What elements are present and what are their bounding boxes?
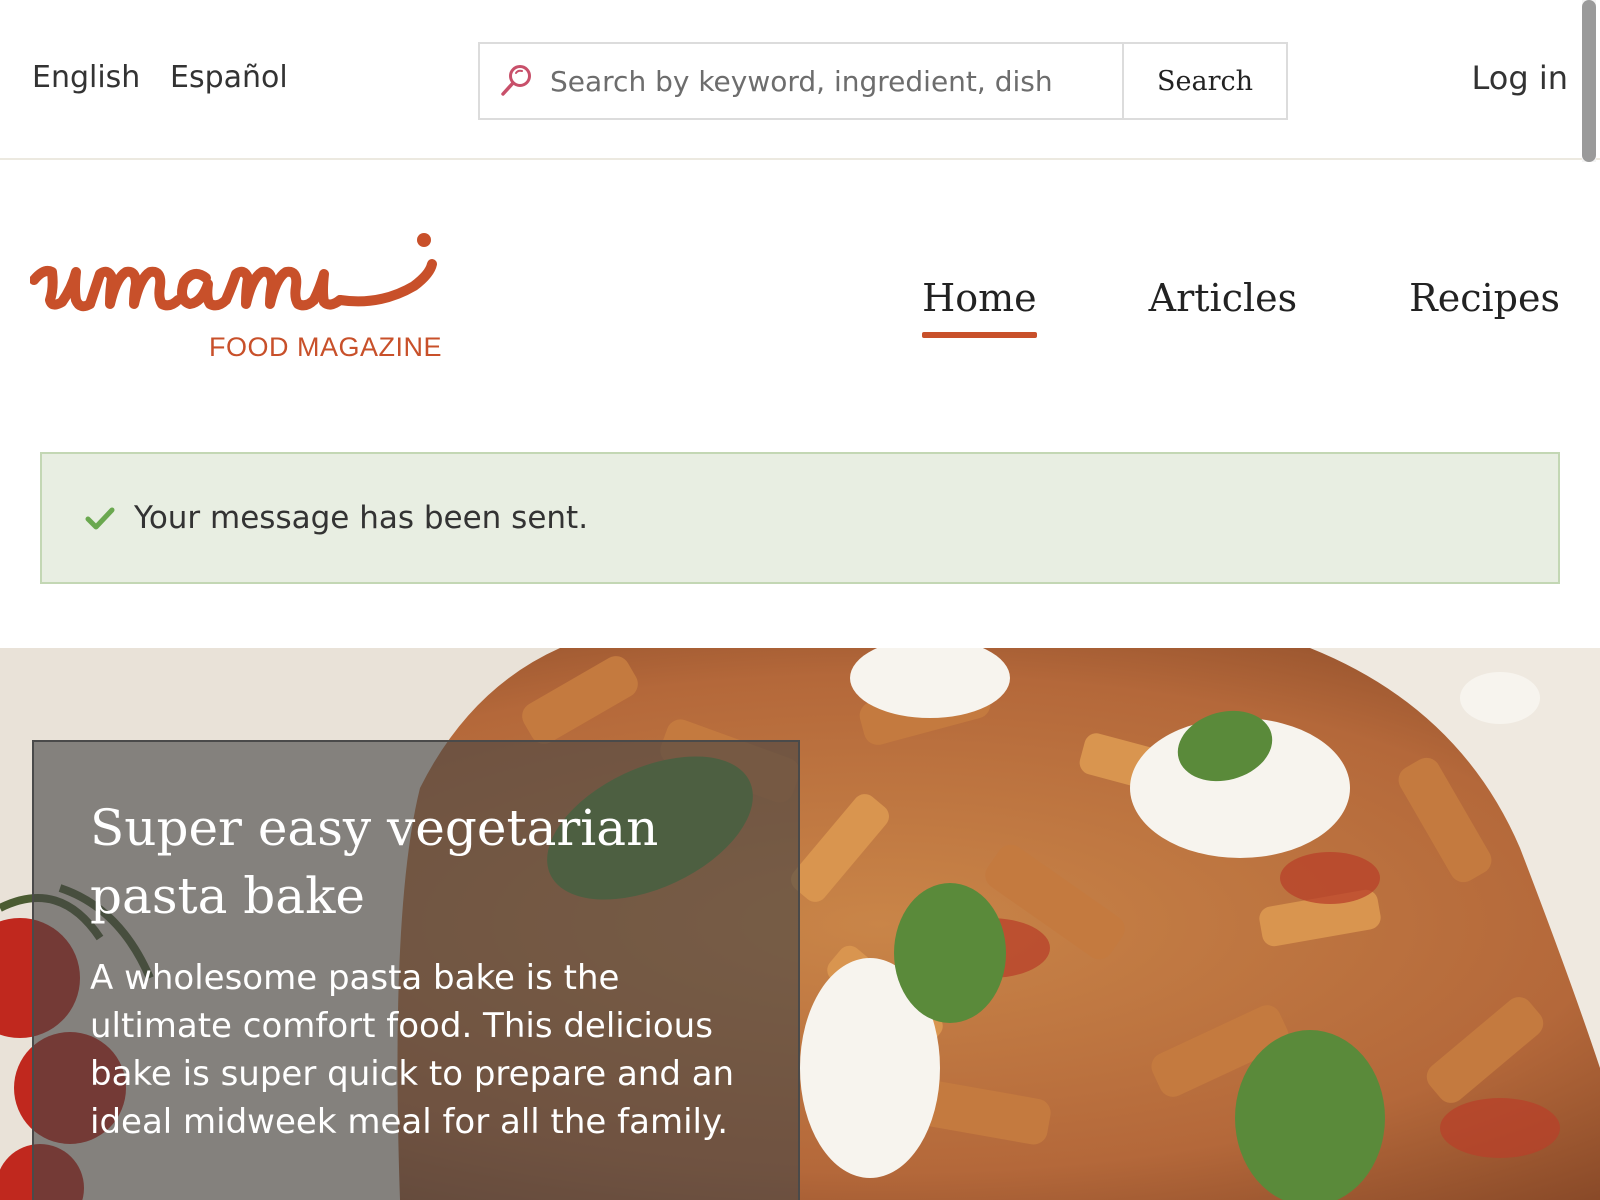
logo-wordmark: umami	[30, 233, 437, 312]
check-icon	[84, 502, 116, 534]
login-link[interactable]: Log in	[1472, 58, 1569, 98]
hero-banner: Super easy vegetarian pasta bake A whole…	[0, 648, 1600, 1200]
language-link-espanol[interactable]: Español	[170, 58, 288, 98]
search-form: Search	[478, 42, 1288, 120]
hero-title[interactable]: Super easy vegetarian pasta bake	[90, 794, 690, 930]
hero-description: A wholesome pasta bake is the ultimate c…	[90, 958, 735, 1142]
search-button[interactable]: Search	[1122, 42, 1288, 120]
nav-item-home[interactable]: Home	[922, 270, 1037, 338]
top-utility-bar: English Español Search Log in	[0, 0, 1600, 160]
search-box	[478, 42, 1122, 120]
main-navigation: Home Articles Recipes	[810, 270, 1560, 338]
status-message: Your message has been sent.	[40, 452, 1560, 584]
language-link-english[interactable]: English	[32, 58, 140, 98]
search-input[interactable]	[550, 64, 1110, 98]
nav-item-articles[interactable]: Articles	[1149, 270, 1297, 326]
search-icon	[498, 63, 534, 99]
nav-item-recipes[interactable]: Recipes	[1409, 270, 1560, 326]
scrollbar-thumb[interactable]	[1582, 0, 1596, 162]
logo-tagline: FOOD MAGAZINE	[208, 332, 442, 362]
site-logo[interactable]: umami FOOD MAGAZINE	[30, 228, 450, 368]
hero-feature-card[interactable]: Super easy vegetarian pasta bake A whole…	[32, 740, 800, 1200]
status-message-text: Your message has been sent.	[134, 500, 589, 536]
scrollbar[interactable]	[1582, 0, 1596, 162]
